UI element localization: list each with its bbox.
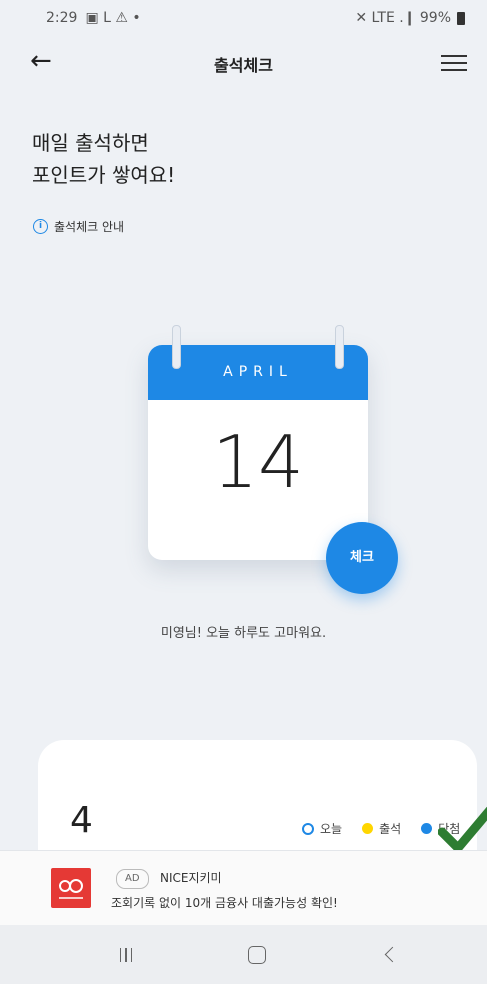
attend-dot-icon [362,823,374,834]
app-bar: ← 출석체크 [0,42,487,82]
legend-today: 오늘 [320,822,343,836]
system-back-button[interactable] [359,925,419,984]
status-time: 2:29 [46,10,78,26]
home-button[interactable] [227,925,287,984]
calendar-ring-icon [172,325,181,369]
heading-line-2: 포인트가 쌓여요! [32,163,176,187]
calendar-day: 14 [212,420,304,504]
recent-apps-button[interactable] [96,925,156,984]
win-dot-icon [421,823,433,834]
attendance-guide-link[interactable]: i 출석체크 안내 [33,218,124,235]
menu-icon-line [441,69,467,71]
ad-name: NICE지키미 [160,871,222,885]
thanks-message: 미영님! 오늘 하루도 고마워요. [160,626,327,641]
ad-badge: AD [116,869,149,889]
calendar-ring-icon [335,325,344,369]
chevron-left-icon [384,946,400,963]
notification-icons: ▣ L ⚠ • [85,10,141,26]
ad-logo-icon [51,868,91,908]
heading: 매일 출석하면 포인트가 쌓여요! [32,127,175,191]
guide-label: 출석체크 안내 [54,220,125,234]
ad-banner[interactable]: AD NICE지키미 조회기록 없이 10개 금융사 대출가능성 확인! [0,850,487,926]
info-icon: i [33,219,48,234]
attendance-count: 4 [70,800,93,841]
status-bar: 2:29 ▣ L ⚠ • ✕ LTE .❙ 99% [0,0,487,38]
recents-icon [119,947,133,962]
system-nav-bar [0,925,487,984]
menu-icon-line [441,55,467,57]
calendar-card: APRIL 14 [148,345,368,560]
signal-battery-text: ✕ LTE .❙ 99% [355,10,451,26]
legend: 오늘 출석 당첨 [302,820,460,837]
today-dot-icon [302,822,314,835]
ad-description: 조회기록 없이 10개 금융사 대출가능성 확인! [111,896,338,910]
logo-mark-icon [59,879,83,899]
battery-icon [457,11,465,25]
status-right: ✕ LTE .❙ 99% [355,10,465,26]
menu-button[interactable] [441,50,467,74]
heading-line-1: 매일 출석하면 [32,131,149,155]
status-left: 2:29 ▣ L ⚠ • [46,10,141,26]
legend-attend: 출석 [379,822,402,836]
check-in-button[interactable]: 체크 [326,522,398,594]
home-icon [248,945,266,964]
page-title: 출석체크 [214,56,273,75]
calendar-widget: APRIL 14 체크 [148,325,398,594]
menu-icon-line [441,62,467,64]
